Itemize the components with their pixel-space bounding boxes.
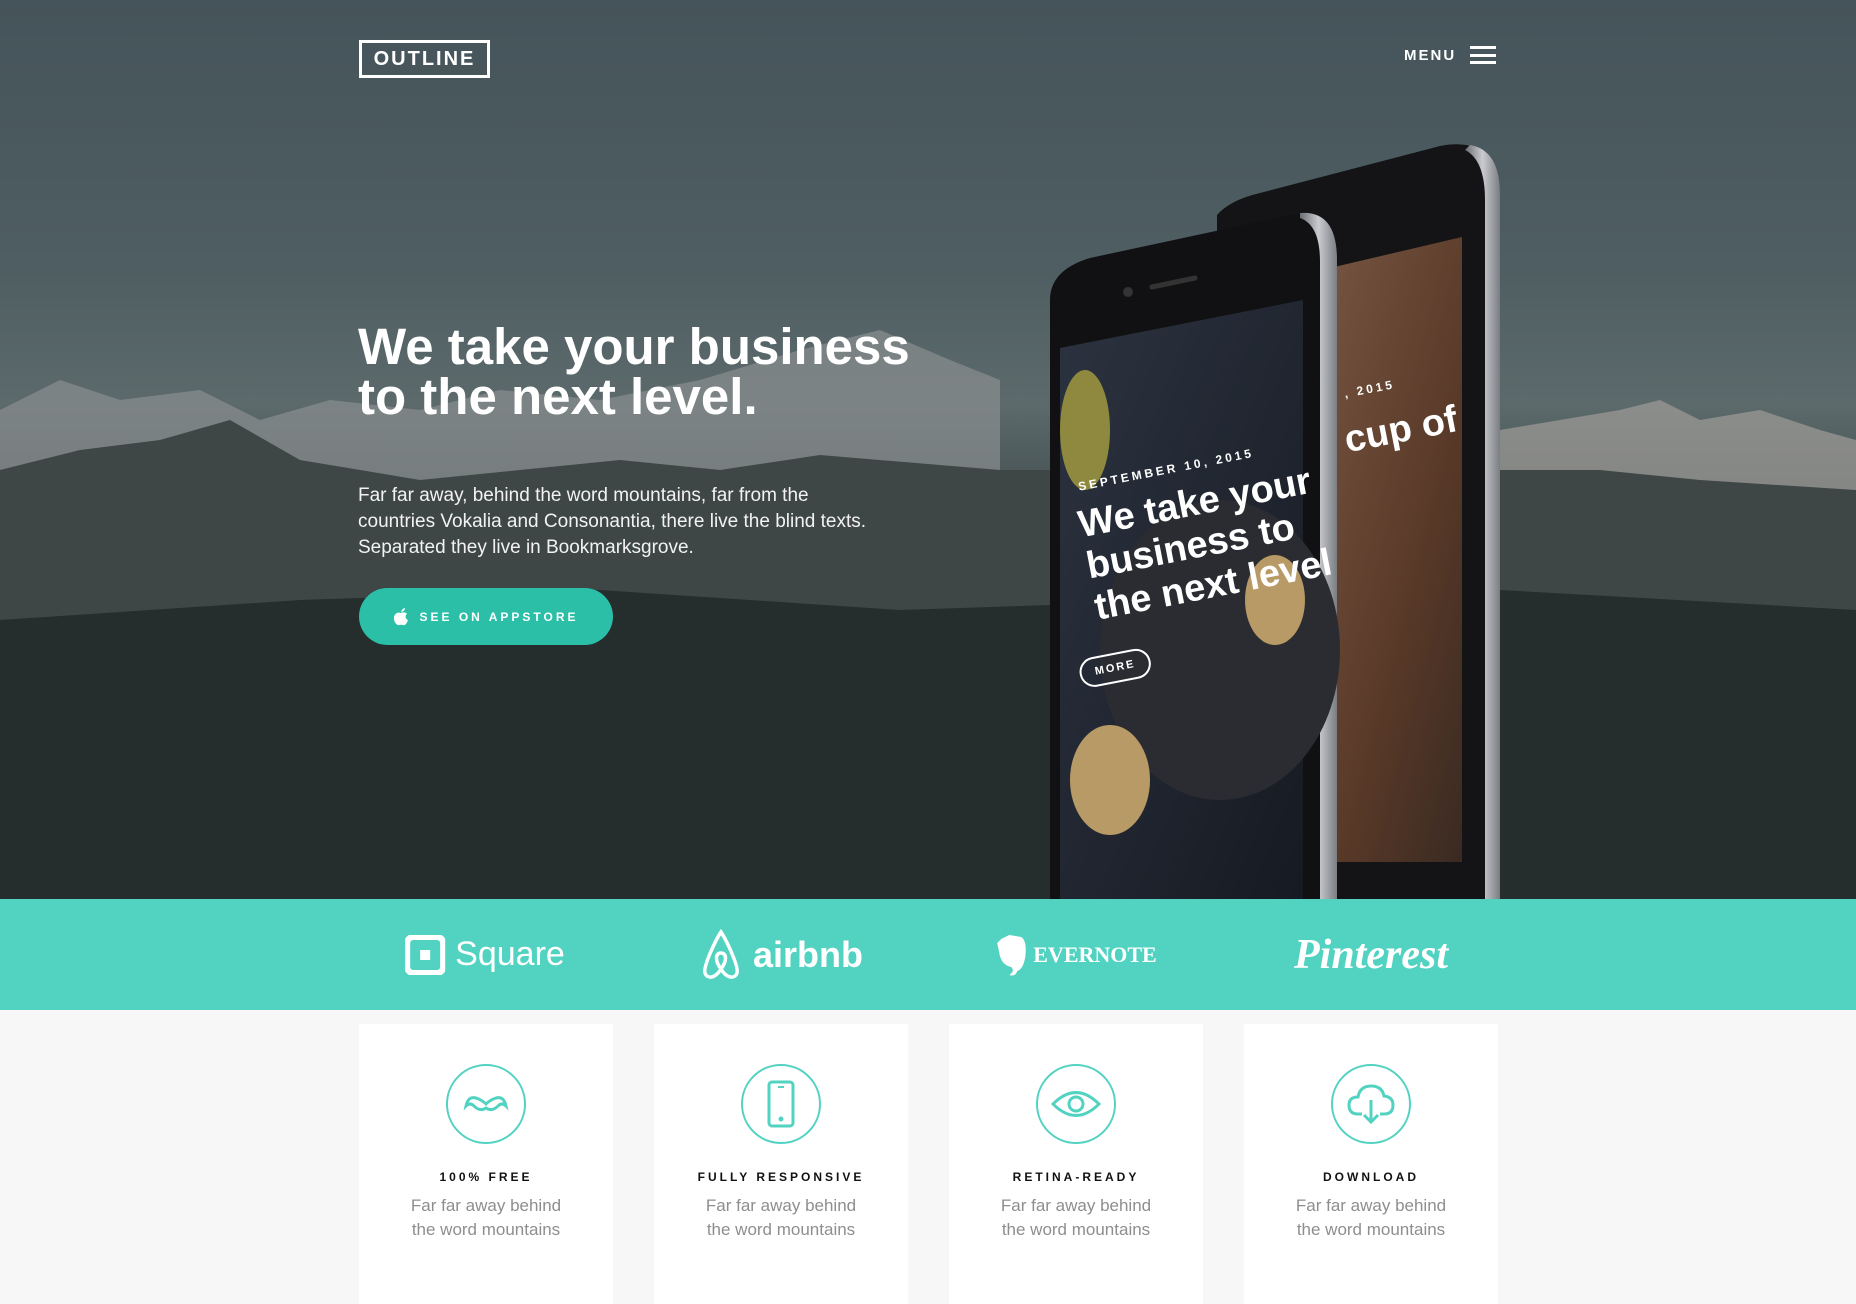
feature-card: RETINA-READY Far far away behind the wor… (949, 1024, 1203, 1304)
feature-title: 100% FREE (439, 1170, 533, 1184)
phone-mockup (1050, 144, 1500, 899)
brand-logos: Square airbnb EVERNOTE Pinterest (0, 899, 1856, 1010)
evernote-logo-icon (997, 934, 1026, 975)
feature-card: DOWNLOAD Far far away behind the word mo… (1244, 1024, 1498, 1304)
brand-label: EVERNOTE (1033, 941, 1157, 967)
smartphone-icon (741, 1064, 821, 1144)
square-logo-icon (405, 934, 446, 975)
hero-section: OUTLINE MENU We take your business to th… (0, 0, 1856, 899)
feature-title: RETINA-READY (1012, 1170, 1140, 1184)
brand-pinterest: Pinterest (1294, 899, 1448, 1010)
brand-evernote: EVERNOTE (995, 899, 1157, 1010)
feature-text: Far far away behind the word mountains (1000, 1196, 1152, 1239)
feature-text: Far far away behind the word mountains (1295, 1196, 1447, 1239)
brand-airbnb: airbnb (699, 899, 863, 1010)
brand-label: Square (455, 935, 565, 973)
feature-card: FULLY RESPONSIVE Far far away behind the… (654, 1024, 908, 1304)
feature-title: FULLY RESPONSIVE (697, 1170, 865, 1184)
mustache-icon (446, 1064, 526, 1144)
eye-icon (1036, 1064, 1116, 1144)
brand-label: airbnb (752, 933, 864, 975)
brand-square: Square (405, 899, 565, 1010)
features-section: 100% FREE Far far away behind the word m… (359, 1024, 1498, 1304)
cloud-download-icon (1331, 1064, 1411, 1144)
feature-text: Far far away behind the word mountains (705, 1196, 857, 1239)
feature-text: Far far away behind the word mountains (410, 1196, 562, 1239)
feature-title: DOWNLOAD (1323, 1170, 1419, 1184)
feature-card: 100% FREE Far far away behind the word m… (359, 1024, 613, 1304)
brand-label: Pinterest (1294, 931, 1448, 978)
airbnb-logo-icon (703, 928, 739, 979)
